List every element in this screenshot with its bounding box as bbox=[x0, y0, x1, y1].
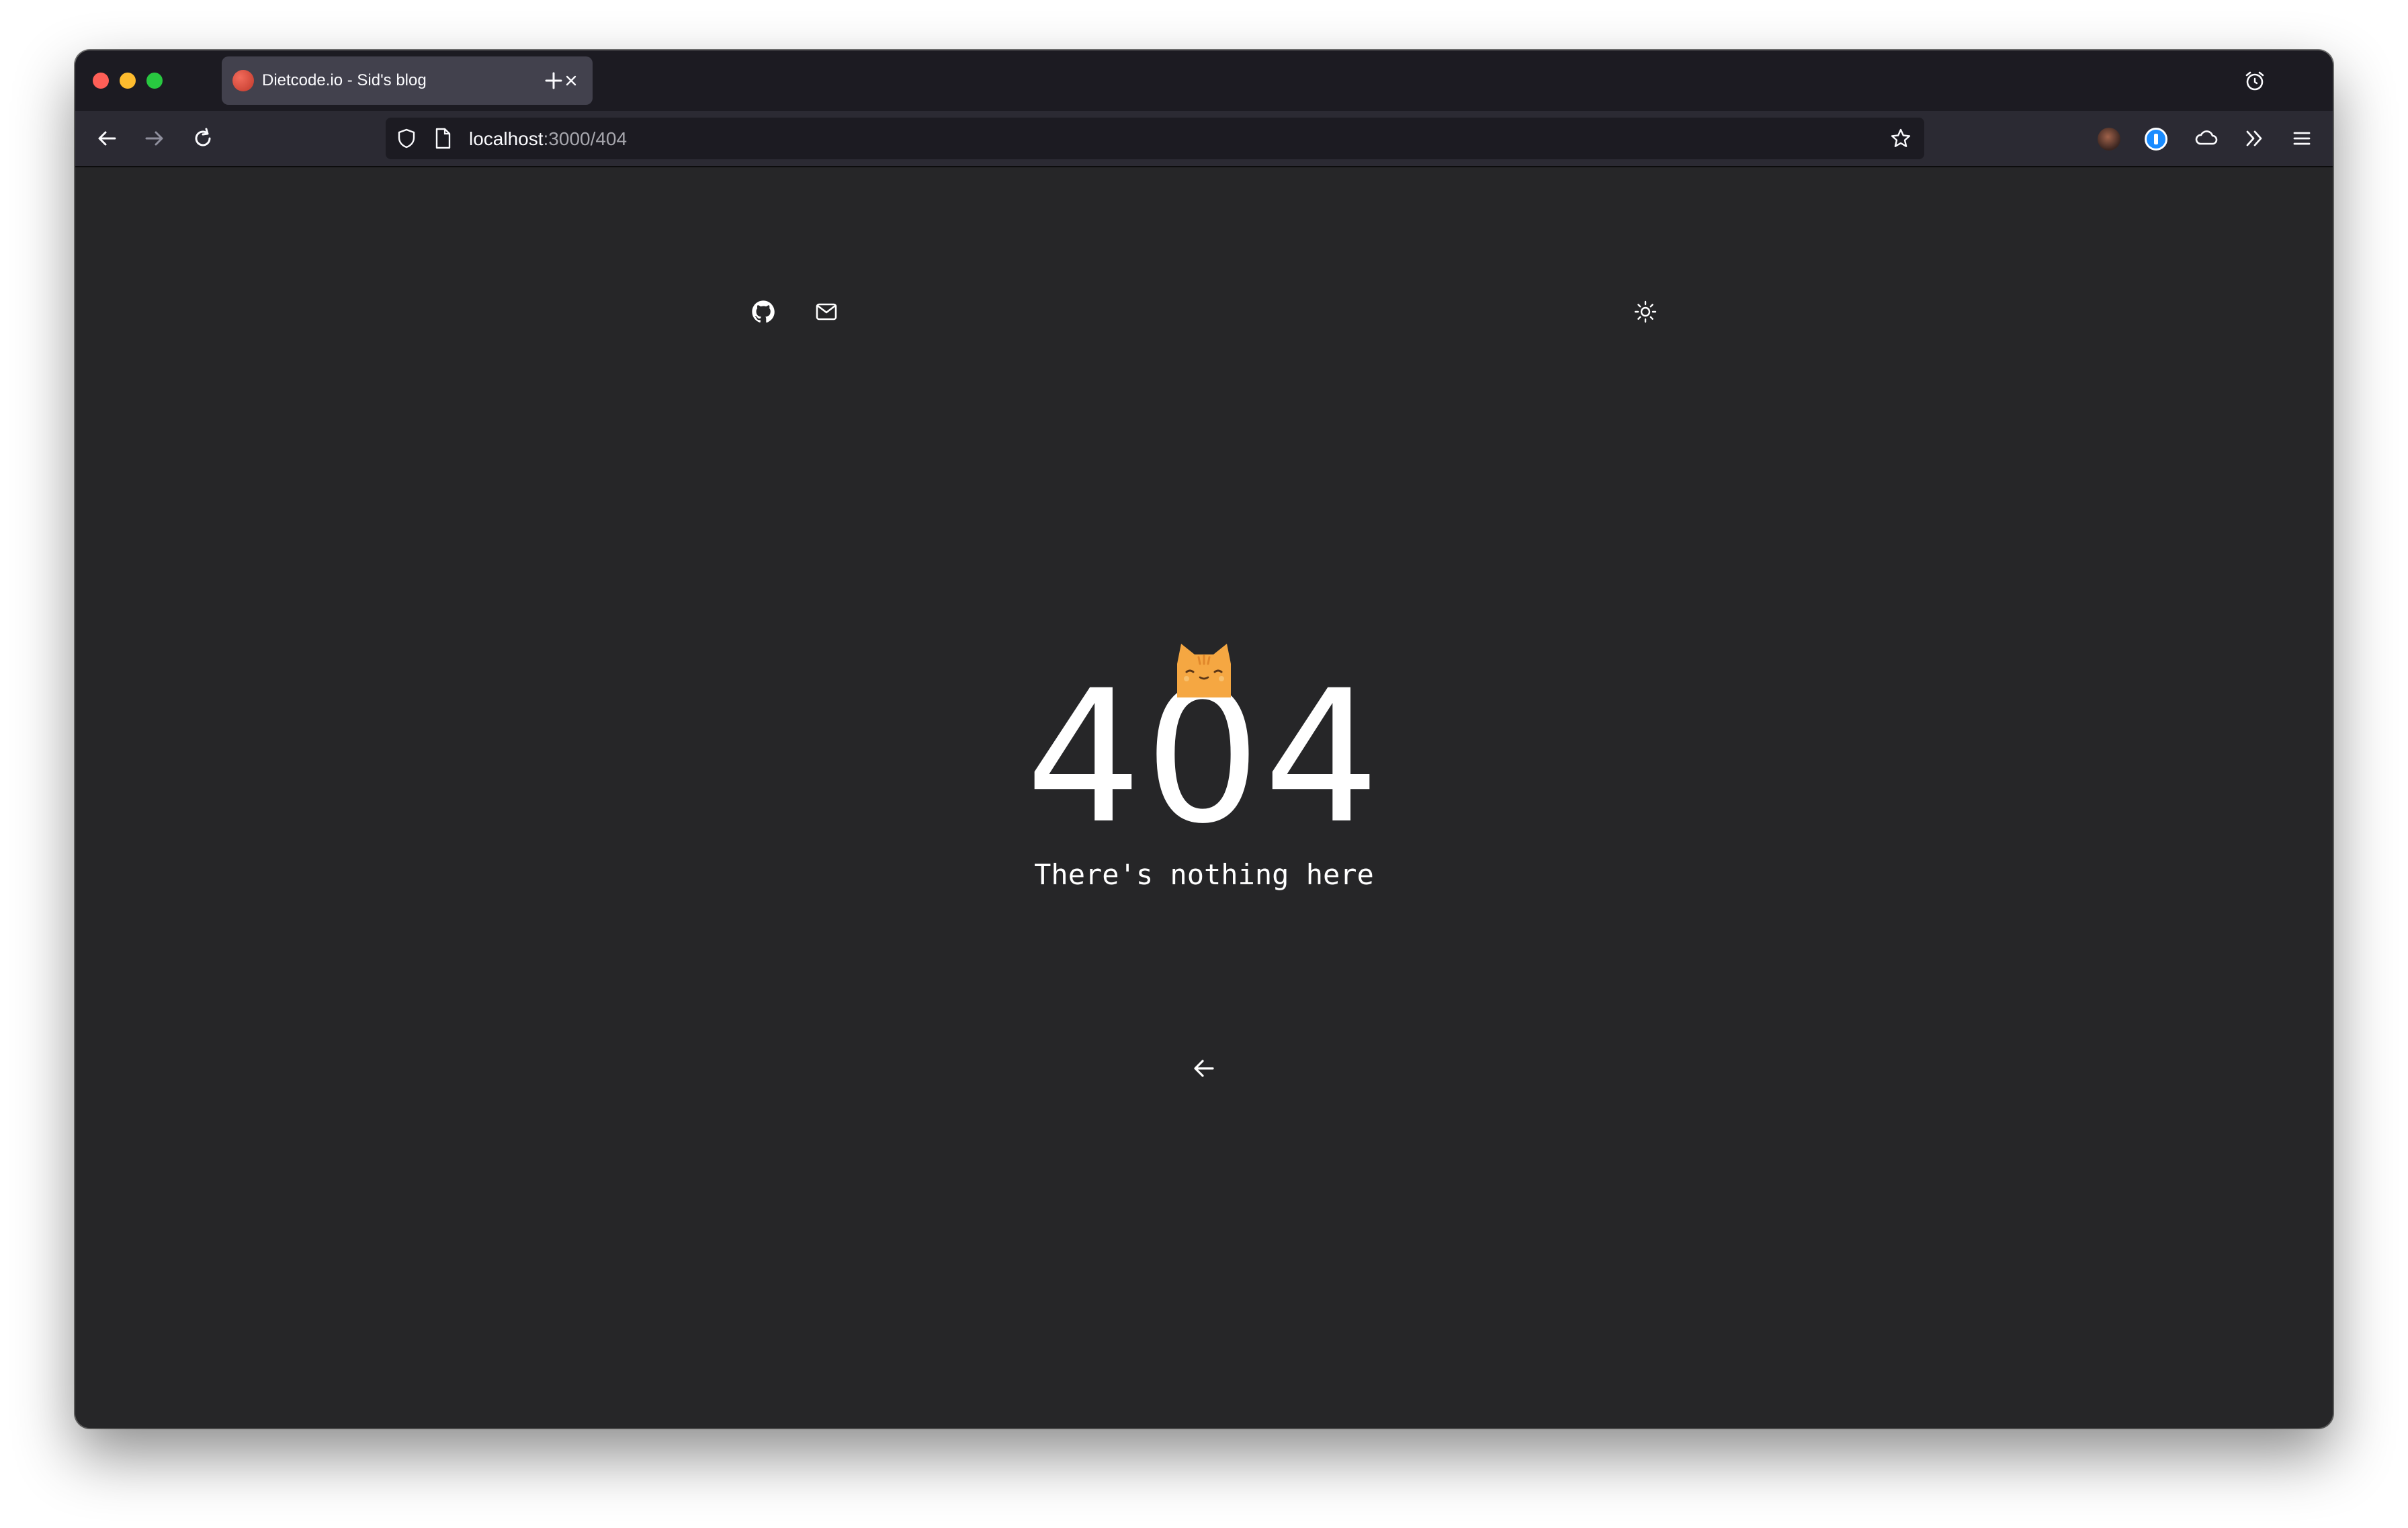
minimize-window-button[interactable] bbox=[120, 73, 136, 89]
hamburger-menu-icon[interactable] bbox=[2287, 124, 2317, 153]
address-bar[interactable]: localhost:3000/404 bbox=[386, 118, 1924, 159]
mail-icon[interactable] bbox=[814, 299, 839, 325]
error-message: There's nothing here bbox=[1034, 858, 1374, 891]
blog-favicon-icon bbox=[232, 70, 254, 91]
cat-illustration-icon bbox=[1172, 641, 1236, 697]
tab-strip: Dietcode.io - Sid's blog bbox=[75, 50, 2333, 111]
back-home-arrow-icon[interactable] bbox=[1189, 1053, 1219, 1084]
1password-icon[interactable] bbox=[2145, 128, 2167, 151]
overflow-chevrons-icon[interactable] bbox=[2239, 124, 2269, 153]
url-path: :3000/404 bbox=[543, 128, 628, 149]
url-text[interactable]: localhost:3000/404 bbox=[469, 128, 627, 150]
new-tab-button[interactable] bbox=[533, 50, 574, 111]
close-window-button[interactable] bbox=[93, 73, 109, 89]
reload-button[interactable] bbox=[188, 124, 218, 153]
sun-icon[interactable] bbox=[1633, 299, 1658, 325]
url-host: localhost bbox=[469, 128, 544, 149]
nav-toolbar: localhost:3000/404 bbox=[75, 111, 2333, 167]
zoom-window-button[interactable] bbox=[146, 73, 163, 89]
github-icon[interactable] bbox=[750, 299, 776, 325]
tab-title: Dietcode.io - Sid's blog bbox=[262, 71, 427, 89]
error-hero: 404 bbox=[1002, 641, 1406, 856]
back-button[interactable] bbox=[92, 124, 122, 153]
alarm-icon[interactable] bbox=[2243, 69, 2267, 93]
bookmark-star-icon[interactable] bbox=[1889, 127, 1912, 150]
page-content: 404 There's nothing here bbox=[75, 167, 2333, 1428]
page-icon[interactable] bbox=[433, 127, 453, 150]
forward-button[interactable] bbox=[140, 124, 169, 153]
cloud-icon[interactable] bbox=[2192, 124, 2221, 153]
profile-avatar[interactable] bbox=[2098, 128, 2120, 151]
browser-window: Dietcode.io - Sid's blog localhost:3000/… bbox=[75, 50, 2333, 1428]
shield-icon[interactable] bbox=[395, 127, 418, 150]
